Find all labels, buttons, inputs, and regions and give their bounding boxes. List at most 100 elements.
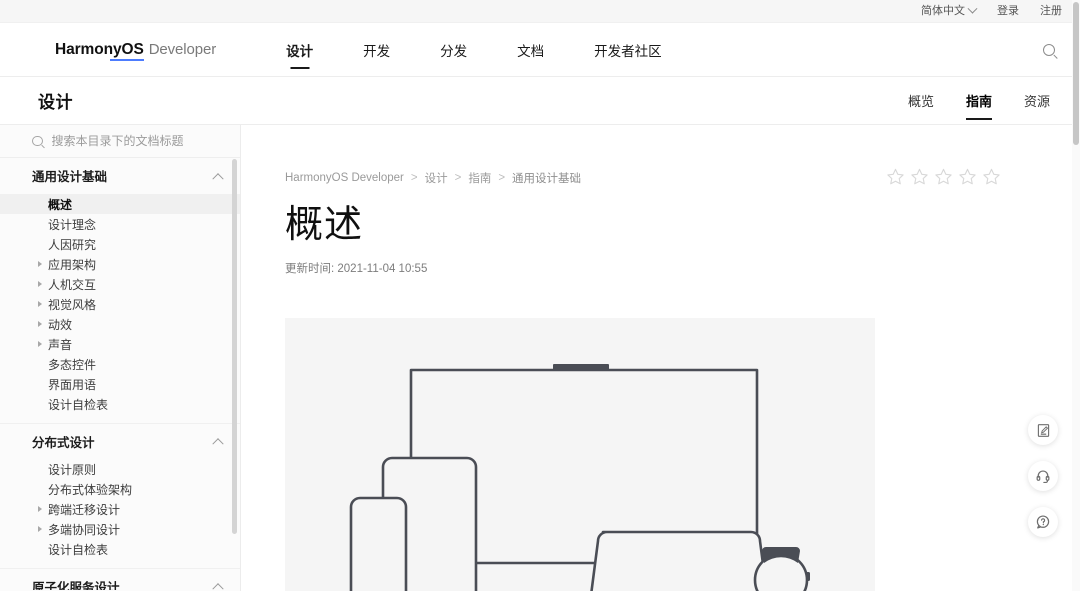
sidebar-item-design-philosophy[interactable]: 设计理念 — [0, 214, 240, 234]
tab-guide[interactable]: 指南 — [966, 77, 992, 124]
sidebar-item-label: 设计理念 — [48, 217, 97, 232]
sidebar-group-label: 通用设计基础 — [32, 170, 108, 184]
breadcrumb-separator: > — [454, 172, 462, 184]
breadcrumb-item-home[interactable]: HarmonyOS Developer — [285, 172, 404, 184]
nav-item-distribute[interactable]: 分发 — [440, 23, 467, 76]
login-link[interactable]: 登录 — [997, 5, 1019, 17]
sidebar-item-label: 人因研究 — [48, 237, 97, 252]
chevron-up-icon — [212, 438, 224, 450]
star-outline-icon[interactable] — [886, 167, 905, 186]
sidebar-item-label: 跨端迁移设计 — [48, 502, 121, 517]
site-logo[interactable]: HarmonyOS Developer — [55, 40, 217, 61]
page-scrollbar-thumb[interactable] — [1073, 2, 1079, 145]
sidebar-item-design-checklist-distributed[interactable]: 设计自检表 — [0, 539, 240, 559]
star-outline-icon[interactable] — [982, 167, 1001, 186]
sidebar-item-overview[interactable]: 概述 — [0, 194, 240, 214]
top-utility-bar: 简体中文 登录 注册 — [0, 0, 1080, 23]
breadcrumb-item-guide[interactable]: 指南 — [468, 170, 491, 186]
content-inner: HarmonyOS Developer > 设计 > 指南 > 通用设计基础 概… — [241, 125, 1080, 591]
feedback-button[interactable] — [1028, 415, 1058, 445]
headset-support-icon — [1036, 470, 1050, 483]
sidebar-item-human-factors[interactable]: 人因研究 — [0, 234, 240, 254]
triangle-right-icon — [38, 261, 42, 267]
content-area: HarmonyOS Developer > 设计 > 指南 > 通用设计基础 概… — [241, 125, 1080, 591]
sidebar-group-general-design[interactable]: 通用设计基础 — [0, 158, 240, 193]
language-label: 简体中文 — [921, 4, 965, 17]
chevron-up-icon — [212, 583, 224, 590]
star-outline-icon[interactable] — [910, 167, 929, 186]
floating-action-rail — [1028, 415, 1058, 537]
sidebar-item-label: 设计原则 — [48, 462, 97, 477]
sidebar-scroll-area: 通用设计基础 概述 设计理念 人因研究 应用架构 人机交互 视觉风格 动效 声音… — [0, 158, 240, 590]
triangle-right-icon — [38, 341, 42, 347]
sidebar-item-motion[interactable]: 动效 — [0, 314, 240, 334]
document-title: 概述 — [285, 204, 364, 246]
nav-item-design[interactable]: 设计 — [286, 23, 313, 76]
star-outline-icon[interactable] — [934, 167, 953, 186]
logo-accent-underline — [110, 59, 144, 61]
breadcrumb-row: HarmonyOS Developer > 设计 > 指南 > 通用设计基础 — [285, 167, 1036, 186]
sidebar-item-label: 动效 — [48, 317, 73, 332]
triangle-right-icon — [38, 321, 42, 327]
sidebar-item-visual-style[interactable]: 视觉风格 — [0, 294, 240, 314]
hero-illustration — [285, 317, 875, 591]
sidebar-item-multi-device-collaboration[interactable]: 多端协同设计 — [0, 519, 240, 539]
triangle-right-icon — [38, 506, 42, 512]
chevron-down-icon — [967, 3, 978, 14]
sidebar-scrollbar[interactable] — [232, 159, 237, 534]
register-link[interactable]: 注册 — [1040, 5, 1062, 17]
sidebar-item-app-architecture[interactable]: 应用架构 — [0, 254, 240, 274]
support-button[interactable] — [1028, 461, 1058, 491]
chevron-up-icon — [212, 172, 224, 184]
breadcrumb-separator: > — [498, 172, 506, 184]
sidebar-item-label: 分布式体验架构 — [48, 482, 133, 497]
sidebar-group-distributed-design[interactable]: 分布式设计 — [0, 423, 240, 458]
rating-stars — [886, 167, 1001, 186]
sidebar-item-distributed-experience-architecture[interactable]: 分布式体验架构 — [0, 479, 240, 499]
sidebar-item-label: 界面用语 — [48, 377, 97, 392]
logo-sub-text: Developer — [148, 40, 217, 58]
nav-item-community[interactable]: 开发者社区 — [594, 23, 662, 76]
sidebar-item-design-checklist[interactable]: 设计自检表 — [0, 394, 240, 414]
search-icon — [32, 135, 43, 147]
logo-brand-text: HarmonyOS — [55, 41, 144, 61]
breadcrumb-item-current: 通用设计基础 — [512, 173, 582, 185]
sidebar-item-sound[interactable]: 声音 — [0, 334, 240, 354]
help-button[interactable] — [1028, 507, 1058, 537]
tab-resources[interactable]: 资源 — [1024, 77, 1050, 124]
multi-device-illustration — [349, 363, 810, 591]
sidebar-item-human-interaction[interactable]: 人机交互 — [0, 274, 240, 294]
star-outline-icon[interactable] — [958, 167, 977, 186]
breadcrumb-item-design[interactable]: 设计 — [425, 170, 448, 186]
sidebar-item-label: 视觉风格 — [48, 297, 97, 312]
sidebar-item-label: 概述 — [48, 197, 73, 212]
document-updated-time: 更新时间: 2021-11-04 10:55 — [285, 262, 428, 275]
sidebar-search[interactable] — [0, 125, 240, 158]
sidebar-item-label: 设计自检表 — [48, 397, 109, 412]
section-tabs: 概览 指南 资源 — [892, 77, 1062, 124]
tab-overview[interactable]: 概览 — [908, 77, 934, 124]
search-input[interactable] — [51, 134, 224, 148]
nav-item-develop[interactable]: 开发 — [363, 23, 390, 76]
sidebar-item-cross-device-migration[interactable]: 跨端迁移设计 — [0, 499, 240, 519]
feedback-icon — [1037, 423, 1049, 437]
sidebar-group-atomic-service-design[interactable]: 原子化服务设计 — [0, 568, 240, 590]
language-selector[interactable]: 简体中文 — [921, 3, 978, 17]
sidebar-item-label: 多端协同设计 — [48, 522, 121, 537]
page-scrollbar-track[interactable] — [1072, 0, 1080, 591]
breadcrumb: HarmonyOS Developer > 设计 > 指南 > 通用设计基础 — [285, 167, 581, 186]
sidebar-item-label: 人机交互 — [48, 277, 97, 292]
sidebar: 通用设计基础 概述 设计理念 人因研究 应用架构 — [0, 125, 241, 591]
sidebar-item-ui-terminology[interactable]: 界面用语 — [0, 374, 240, 394]
triangle-right-icon — [38, 526, 42, 532]
breadcrumb-separator: > — [410, 172, 418, 184]
search-icon — [1043, 43, 1055, 56]
primary-nav: 设计 开发 分发 文档 开发者社区 — [261, 23, 687, 76]
sidebar-item-label: 设计自检表 — [48, 542, 109, 557]
nav-item-docs[interactable]: 文档 — [517, 23, 544, 76]
sidebar-item-design-principles[interactable]: 设计原则 — [0, 459, 240, 479]
header-search-button[interactable] — [1036, 37, 1062, 63]
sidebar-sublist-distributed-design: 设计原则 分布式体验架构 跨端迁移设计 多端协同设计 设计自检表 — [0, 458, 240, 568]
sidebar-item-label: 多态控件 — [48, 357, 97, 372]
sidebar-item-polymorphic-controls[interactable]: 多态控件 — [0, 354, 240, 374]
